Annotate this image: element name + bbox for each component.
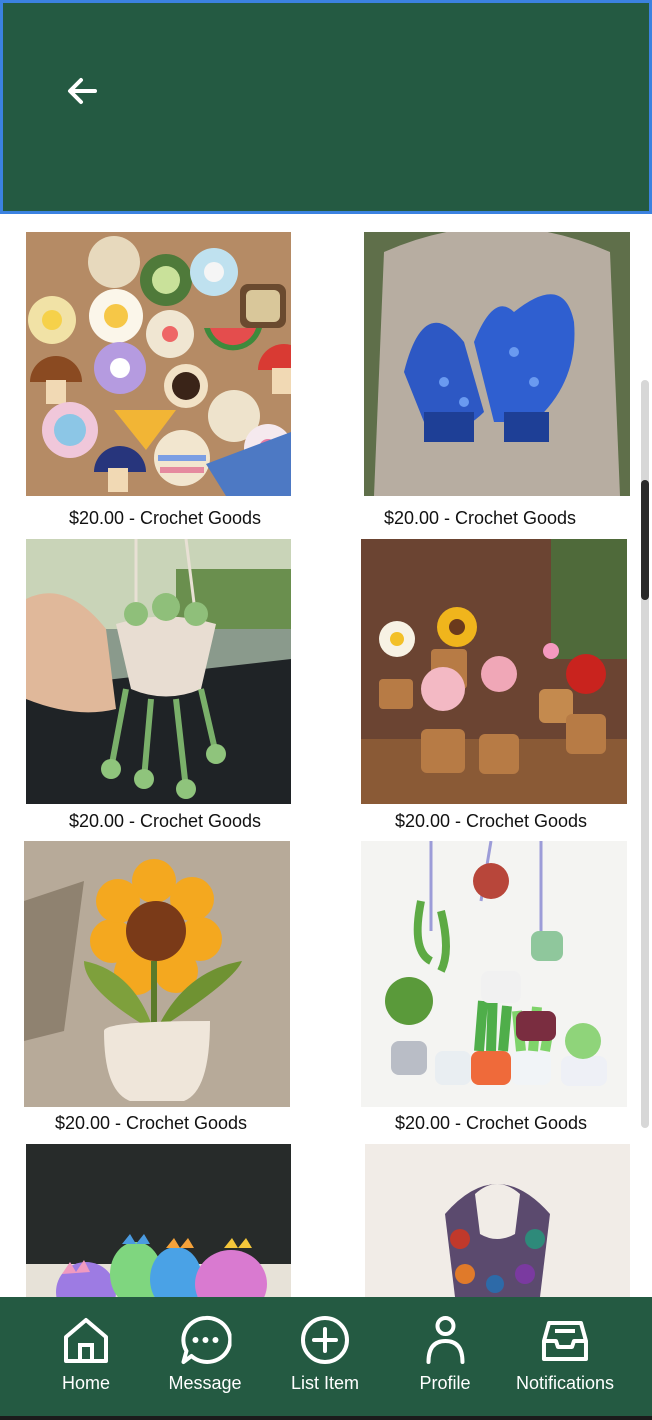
listing-caption: $20.00 - Crochet Goods <box>54 1113 248 1133</box>
bottom-navigation: Home Message List Item Profile Notificat… <box>0 1297 652 1420</box>
nav-profile[interactable]: Profile <box>419 1315 471 1394</box>
listing-caption: $20.00 - Crochet Goods <box>68 508 262 528</box>
dinosaurs-photo[interactable] <box>26 1144 291 1297</box>
sunflower-pot-photo[interactable] <box>24 841 290 1107</box>
back-button[interactable] <box>61 71 105 111</box>
scarf-photo[interactable] <box>365 1144 630 1297</box>
inbox-icon <box>541 1321 588 1361</box>
coasters-photo[interactable] <box>26 232 291 496</box>
nav-list-item[interactable]: List Item <box>291 1315 359 1394</box>
chat-bubble-icon <box>180 1315 231 1364</box>
nav-home-label: Home <box>61 1373 110 1393</box>
listing-caption: $20.00 - Crochet Goods <box>394 1113 588 1133</box>
listing-caption: $20.00 - Crochet Goods <box>394 811 588 831</box>
nav-notifications[interactable]: Notifications <box>516 1315 614 1394</box>
scrollbar-thumb[interactable] <box>641 480 649 600</box>
plus-circle-icon <box>301 1316 349 1364</box>
nav-home[interactable]: Home <box>61 1315 111 1394</box>
nav-message-label: Message <box>168 1373 242 1393</box>
nav-message[interactable]: Message <box>168 1315 242 1394</box>
listing-caption: $20.00 - Crochet Goods <box>68 811 262 831</box>
nav-list-item-label: List Item <box>290 1373 360 1393</box>
blue-mittens-photo[interactable] <box>364 232 630 496</box>
listing-caption: $20.00 - Crochet Goods <box>383 508 577 528</box>
hanging-plant-photo[interactable] <box>26 539 291 804</box>
potted-flowers-photo[interactable] <box>361 539 627 804</box>
arrow-left-icon <box>68 78 97 104</box>
nav-notifications-label: Notifications <box>515 1373 615 1393</box>
listing-grid[interactable]: $20.00 - Crochet Goods $20.00 - Crochet … <box>0 214 652 1297</box>
top-app-bar <box>0 0 652 214</box>
nav-profile-label: Profile <box>419 1373 471 1393</box>
mini-plants-photo[interactable] <box>361 841 627 1107</box>
home-icon <box>64 1318 108 1363</box>
person-icon <box>426 1316 464 1364</box>
